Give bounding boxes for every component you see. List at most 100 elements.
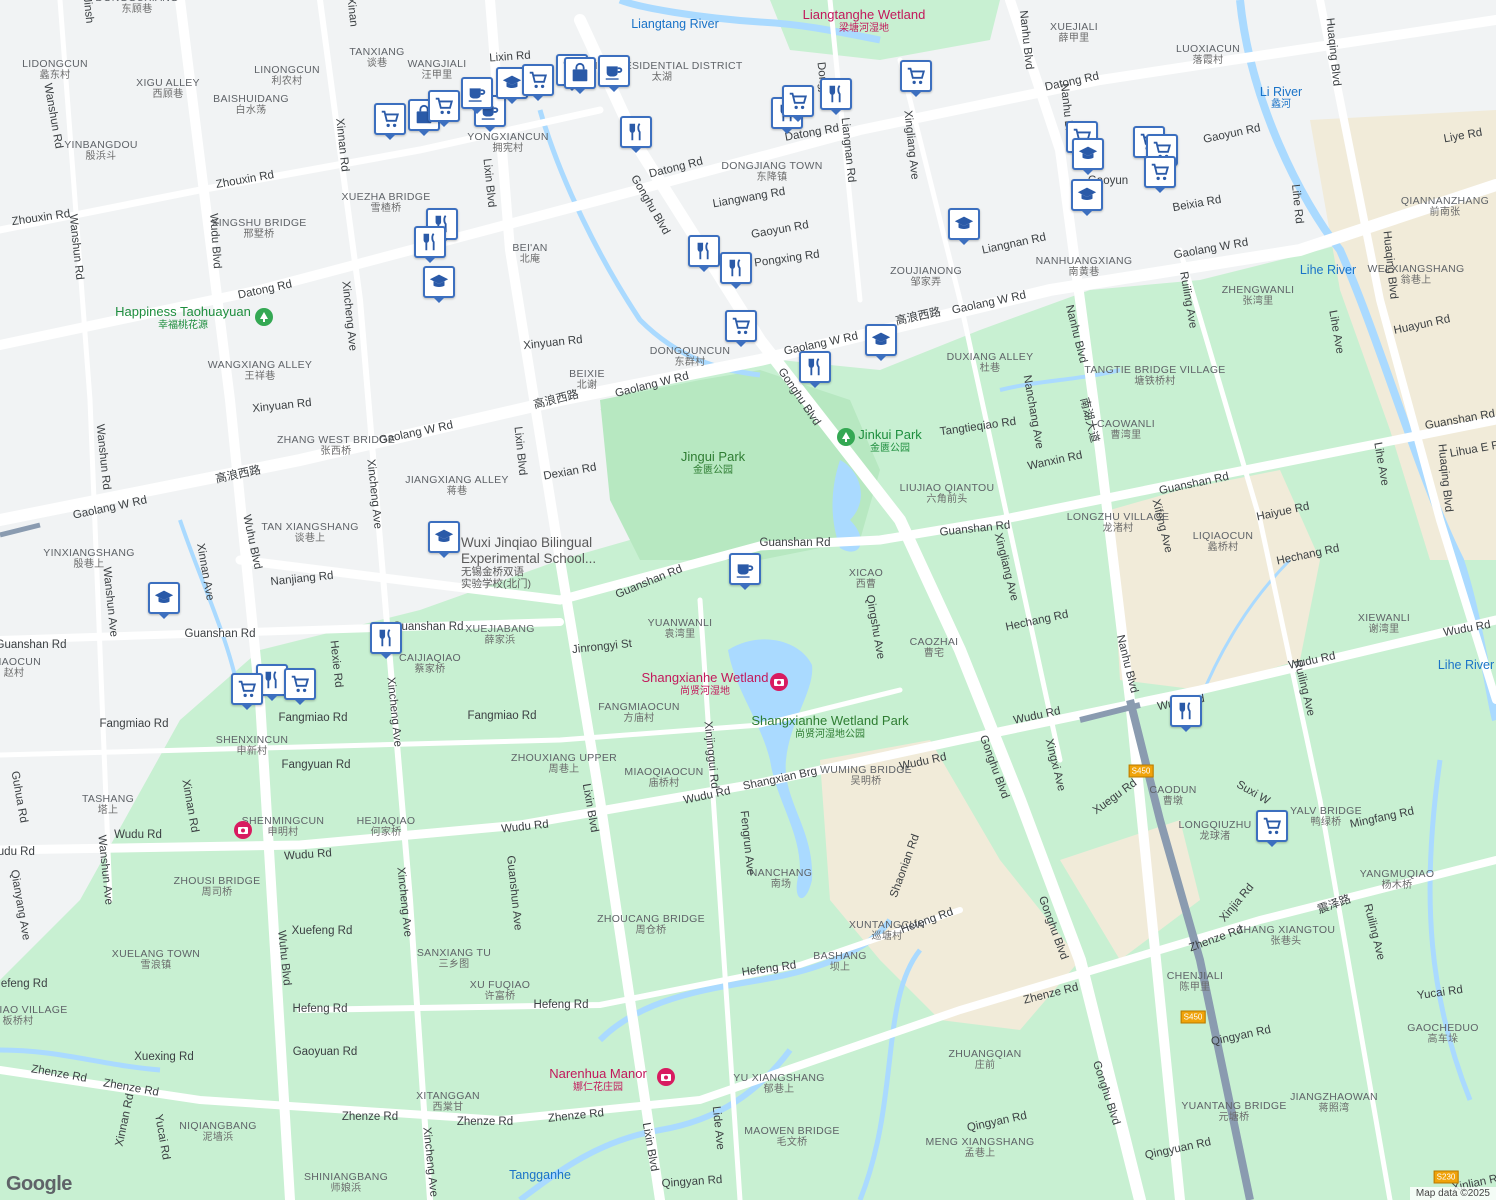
restaurant-marker[interactable]	[820, 78, 852, 110]
label-zh: 赵村	[3, 668, 25, 680]
label-en: FANGMIAOCUN	[598, 701, 680, 714]
label-zh: 无锡金桥双语	[461, 566, 524, 579]
park-label[interactable]: Jingui Park 金匮公园	[681, 449, 745, 476]
cafe-marker[interactable]	[461, 77, 493, 109]
label-zh: 尚贤河湿地公园	[795, 728, 865, 740]
school-marker[interactable]	[865, 324, 897, 356]
label-en: BAISHUIDANG	[213, 93, 289, 106]
road-label: Hefeng Rd	[533, 999, 589, 1011]
shopping-cart-marker[interactable]	[284, 668, 316, 700]
school-icon	[501, 72, 523, 94]
shopping-cart-marker[interactable]	[1144, 156, 1176, 188]
restaurant-marker[interactable]	[799, 351, 831, 383]
attraction-label[interactable]: Liangtanghe Wetland 梁塘河湿地	[802, 6, 926, 34]
place-label: LONGQIUZHU 龙球渚	[1178, 819, 1251, 843]
road-label: Guanshan Rd	[184, 628, 256, 640]
place-label: MENG XIANGSHANG 孟巷上	[926, 1136, 1035, 1160]
camera-pin-icon[interactable]	[770, 673, 788, 691]
label-zh: 曹宅	[923, 648, 945, 660]
shopping-cart-marker[interactable]	[725, 310, 757, 342]
road-label: Xuexing Rd	[134, 1051, 194, 1063]
label-en: BEIXIE	[569, 368, 605, 381]
school-marker[interactable]	[423, 266, 455, 298]
restaurant-marker[interactable]	[1170, 695, 1202, 727]
label-en: XUEJIABANG	[465, 623, 535, 636]
camera-pin-icon[interactable]	[234, 821, 252, 839]
restaurant-marker[interactable]	[620, 116, 652, 148]
park-label[interactable]: Shangxianhe Wetland Park 尚贤河湿地公园	[751, 713, 908, 740]
place-label: WEI XIANGSHANG 翁巷上	[1368, 263, 1465, 287]
place-label: XICAO 西曹	[849, 567, 883, 591]
place-label: ZHENGWANLI 张湾里	[1222, 284, 1295, 308]
label-en: CHENJIALI	[1166, 970, 1224, 983]
road-label: Xuefeng Rd	[291, 925, 353, 937]
label-en: BANQIAO VILLAGE	[0, 1004, 68, 1017]
map-view[interactable]: DONGGUXIANG东顾巷TANXIANG谈巷WANGJIALI汪甲里LIDO…	[0, 0, 1496, 1200]
restaurant-marker[interactable]	[414, 226, 446, 258]
shopping-cart-marker[interactable]	[782, 85, 814, 117]
label-zh: 张巷头	[1270, 936, 1302, 948]
water-label: Lihe River	[1300, 263, 1356, 277]
cafe-marker[interactable]	[598, 55, 630, 87]
label-en: MAOWEN BRIDGE	[744, 1125, 840, 1138]
place-label: YUANTANG BRIDGE 元塘桥	[1181, 1100, 1286, 1124]
label-en: Experimental School...	[461, 550, 597, 566]
label-en: Narenhua Manor	[549, 1065, 647, 1081]
road-label: Guanshan Rd	[0, 639, 67, 651]
shopping-cart-marker[interactable]	[522, 64, 554, 96]
attraction-label[interactable]: Shangxianhe Wetland 尚贤河湿地	[642, 670, 769, 697]
label-en: LONGQIUZHU	[1178, 819, 1252, 832]
park-pin-icon[interactable]	[255, 308, 273, 326]
label-zh: 蒋巷	[446, 486, 468, 498]
label-en: BEI'AN	[512, 242, 548, 255]
shopping-cart-icon	[1149, 161, 1171, 183]
label-zh: 金匮公园	[869, 442, 910, 454]
label-en: BASHANG	[813, 950, 867, 963]
label-en: LIUJIAO QIANTOU	[899, 482, 995, 495]
label-en: CAODUN	[1149, 784, 1197, 797]
place-label: CAOWANLI 曹湾里	[1097, 418, 1155, 442]
attraction-label[interactable]: Narenhua Manor 娜仁花庄园	[549, 1065, 647, 1093]
place-label: XITANGGAN 西棠甘	[416, 1090, 480, 1114]
label-zh: 师娘浜	[330, 1183, 362, 1195]
restaurant-marker[interactable]	[370, 622, 402, 654]
label-en: LIQIAOCUN	[1192, 530, 1254, 543]
shopping-cart-marker[interactable]	[900, 60, 932, 92]
shopping-cart-marker[interactable]	[428, 90, 460, 122]
place-label: LINONGCUN 利农村	[254, 64, 320, 88]
label-en: Lihe River	[1299, 262, 1357, 277]
place-label: ZHOUSI BRIDGE 周司桥	[174, 875, 261, 899]
camera-pin-icon[interactable]	[657, 1068, 675, 1086]
label-en: ZHOUCANG BRIDGE	[597, 913, 705, 926]
shopping-cart-icon	[379, 108, 401, 130]
label-zh: 蠡河	[1271, 99, 1291, 111]
poi-label[interactable]: Jinkui Park 金匮公园	[858, 427, 922, 454]
school-marker[interactable]	[1071, 179, 1103, 211]
road-label: Hefeng Rd	[292, 1003, 348, 1015]
place-label: TAN XIANGSHANG 谈巷上	[261, 521, 358, 545]
place-label: MIAOQIAOCUN 庙桥村	[624, 766, 703, 790]
school-marker[interactable]	[148, 582, 180, 614]
school-marker[interactable]	[948, 208, 980, 240]
restaurant-marker[interactable]	[720, 252, 752, 284]
label-en: XITANGGAN	[416, 1090, 480, 1103]
label-en: Liangtanghe Wetland	[802, 6, 926, 22]
poi-label[interactable]: Happiness Taohuayuan 幸福桃花源	[115, 304, 251, 331]
label-en: YINBANGDOU	[64, 139, 138, 152]
road-label: Xinan	[344, 0, 360, 28]
cafe-marker[interactable]	[729, 553, 761, 585]
place-label: YINBANGDOU 殷浜斗	[64, 139, 138, 163]
school-marker[interactable]	[1072, 138, 1104, 170]
shopping-bag-marker[interactable]	[564, 57, 596, 89]
shopping-cart-marker[interactable]	[1256, 810, 1288, 842]
park-pin-icon[interactable]	[837, 428, 855, 446]
restaurant-marker[interactable]	[688, 235, 720, 267]
shopping-cart-marker[interactable]	[231, 673, 263, 705]
label-zh: 薛家浜	[484, 635, 516, 647]
label-en: XU FUQIAO	[469, 979, 531, 992]
map-attribution[interactable]: Map data ©2025	[1409, 1187, 1496, 1200]
place-label: YONGXIANCUN 拥宪村	[467, 131, 548, 155]
school-label[interactable]: Wuxi Jinqiao Bilingual Experimental Schoo…	[461, 535, 596, 590]
shopping-cart-marker[interactable]	[374, 103, 406, 135]
school-marker[interactable]	[428, 521, 460, 553]
